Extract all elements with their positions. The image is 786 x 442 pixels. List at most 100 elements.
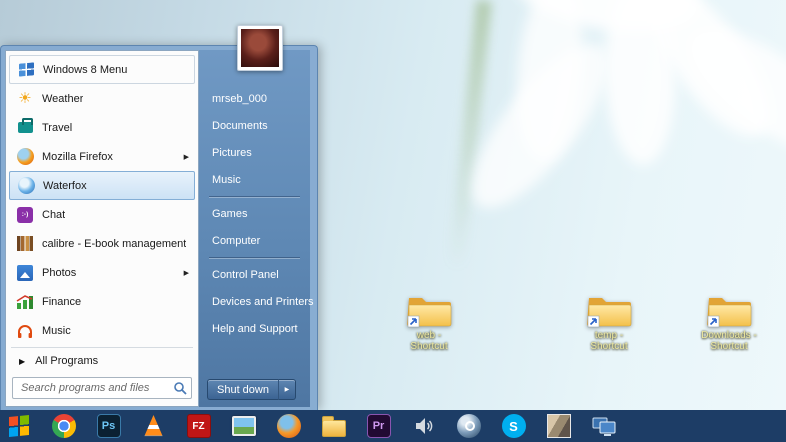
firefox-icon: [276, 414, 301, 438]
menu-item-label: Photos: [42, 266, 77, 279]
menu-item-label: Travel: [42, 121, 73, 134]
desktop-icon-label: temp - Shortcut: [590, 330, 628, 352]
windows-flag-icon: [8, 414, 29, 438]
chevron-right-icon: ▶: [284, 387, 290, 393]
photos-icon: [17, 264, 33, 281]
menu-item-label: Music: [42, 324, 71, 337]
taskbar-chrome-button[interactable]: [51, 414, 76, 439]
menu-separator: [11, 347, 193, 348]
skype-icon: S: [501, 414, 526, 438]
start-menu-programs-panel: Windows 8 Menu ☀ Weather Travel Mozilla …: [5, 50, 199, 407]
taskbar-filezilla-button[interactable]: FZ: [186, 414, 211, 439]
menu-item-windows-8-menu[interactable]: Windows 8 Menu: [9, 55, 195, 84]
menu-item-music[interactable]: Music: [9, 316, 195, 345]
menu-item-devices-and-printers[interactable]: Devices and Printers: [199, 289, 314, 316]
menu-item-travel[interactable]: Travel: [9, 113, 195, 142]
menu-item-photos[interactable]: Photos ▶: [9, 258, 195, 287]
all-programs-label: All Programs: [35, 355, 99, 367]
menu-item-label: Chat: [42, 208, 66, 221]
menu-item-label: Mozilla Firefox: [42, 150, 113, 163]
image-viewer-icon: [231, 416, 256, 436]
taskbar-audio-button[interactable]: [411, 414, 436, 439]
chat-icon: :-): [17, 206, 33, 223]
folder-icon: [407, 298, 452, 328]
steam-icon: [456, 414, 481, 438]
desktop-icon-label: Downloads - Shortcut: [701, 330, 757, 352]
shutdown-label: Shut down: [217, 383, 269, 396]
avatar-photo: [241, 29, 279, 67]
taskbar-photoshop-button[interactable]: Ps: [96, 414, 121, 439]
headphones-icon: [18, 324, 32, 338]
taskbar-firefox-button[interactable]: [276, 414, 301, 439]
premiere-icon: Pr: [366, 414, 391, 438]
menu-item-waterfox[interactable]: Waterfox: [9, 171, 195, 200]
user-avatar[interactable]: [237, 25, 283, 71]
taskbar-start-button[interactable]: [6, 414, 31, 439]
suitcase-icon: [17, 118, 33, 133]
chrome-icon: [51, 414, 76, 438]
menu-item-user[interactable]: mrseb_000: [199, 86, 310, 113]
start-menu: Windows 8 Menu ☀ Weather Travel Mozilla …: [0, 25, 318, 410]
taskbar-vlc-button[interactable]: [141, 414, 166, 439]
menu-item-games[interactable]: Games: [199, 201, 310, 228]
menu-separator: [209, 196, 300, 198]
folder-icon: [587, 298, 632, 328]
folder-icon: [321, 415, 346, 437]
shutdown-button[interactable]: Shut down: [207, 379, 279, 400]
search-box: [12, 377, 192, 399]
dual-monitors-icon: [592, 417, 615, 436]
all-programs-item[interactable]: ▶ All Programs: [9, 349, 195, 373]
folder-icon: [707, 298, 752, 328]
desktop-icon-web[interactable]: web - Shortcut: [397, 292, 461, 352]
all-programs-arrow-icon: ▶: [19, 356, 26, 366]
start-menu-places-panel: mrseb_000 Documents Pictures Music Games…: [199, 50, 314, 407]
photoshop-icon: Ps: [96, 414, 121, 438]
flower-stem: [447, 0, 493, 271]
menu-item-mozilla-firefox[interactable]: Mozilla Firefox ▶: [9, 142, 195, 171]
taskbar-steam-button[interactable]: [456, 414, 481, 439]
submenu-arrow-icon: ▶: [183, 269, 189, 277]
desktop-icon-temp[interactable]: temp - Shortcut: [577, 292, 641, 352]
finance-chart-icon: [16, 294, 33, 309]
books-icon: [17, 236, 33, 251]
menu-item-label: Waterfox: [43, 179, 87, 192]
filezilla-icon: FZ: [186, 414, 211, 438]
menu-item-help-and-support[interactable]: Help and Support: [199, 316, 310, 343]
menu-item-label: calibre - E-book management: [42, 237, 187, 250]
taskbar-image-viewer-button[interactable]: [231, 414, 256, 439]
menu-item-music-library[interactable]: Music: [199, 167, 310, 194]
taskbar-file-explorer-button[interactable]: [321, 414, 346, 439]
vlc-cone-icon: [144, 414, 163, 437]
speaker-icon: [415, 418, 432, 434]
taskbar-premiere-button[interactable]: Pr: [366, 414, 391, 439]
taskbar-displays-button[interactable]: [591, 414, 616, 439]
taskbar-photo-button[interactable]: [546, 414, 571, 439]
search-icon[interactable]: [173, 381, 187, 395]
menu-item-documents[interactable]: Documents: [199, 113, 310, 140]
shutdown-options-arrow[interactable]: ▶: [278, 379, 296, 400]
desktop: web - Shortcut temp - Shortcut Downloads…: [0, 0, 786, 442]
photo-thumbnail-icon: [546, 414, 571, 438]
menu-item-label: Windows 8 Menu: [43, 63, 128, 76]
menu-item-control-panel[interactable]: Control Panel: [199, 262, 310, 289]
menu-item-finance[interactable]: Finance: [9, 287, 195, 316]
waterfox-icon: [17, 177, 35, 194]
taskbar-skype-button[interactable]: S: [501, 414, 526, 439]
submenu-arrow-icon: ▶: [183, 153, 189, 161]
windows-logo-icon: [18, 62, 34, 77]
shutdown-controls: Shut down ▶: [207, 379, 296, 400]
menu-item-calibre[interactable]: calibre - E-book management: [9, 229, 195, 258]
menu-separator: [209, 257, 300, 259]
menu-item-label: Finance: [42, 295, 82, 308]
sun-icon: ☀: [18, 90, 32, 107]
desktop-icon-downloads[interactable]: Downloads - Shortcut: [697, 292, 761, 352]
menu-item-label: Weather: [42, 92, 84, 105]
menu-item-chat[interactable]: :-) Chat: [9, 200, 195, 229]
search-input[interactable]: [12, 377, 192, 399]
taskbar: Ps FZ Pr S: [0, 410, 786, 442]
menu-item-pictures[interactable]: Pictures: [199, 140, 310, 167]
firefox-icon: [16, 148, 34, 165]
menu-item-weather[interactable]: ☀ Weather: [9, 84, 195, 113]
desktop-icon-label: web - Shortcut: [410, 330, 448, 352]
menu-item-computer[interactable]: Computer: [199, 228, 310, 255]
